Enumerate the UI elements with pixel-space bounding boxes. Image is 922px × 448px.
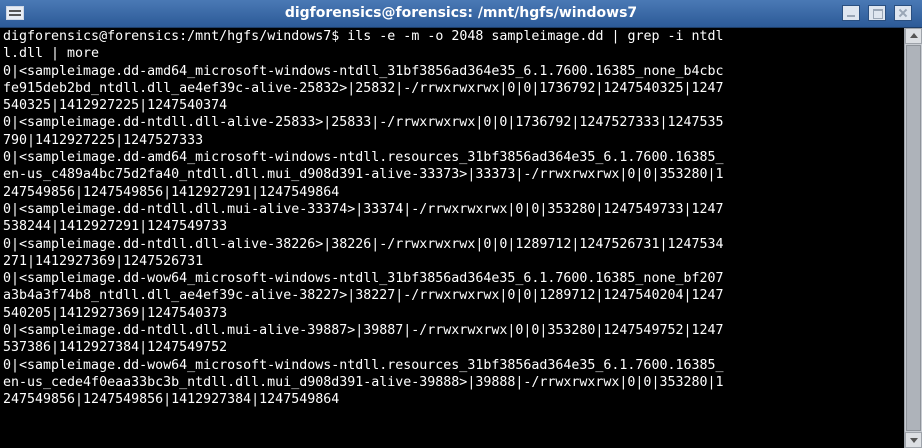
output-line: 0|<sampleimage.dd-ntdll.dll-alive-38226>…	[3, 236, 724, 252]
output-line: a3b4a3f74b8_ntdll.dll_ae4ef39c-alive-382…	[3, 288, 724, 304]
command-text: ils -e -m -o 2048 sampleimage.dd | grep …	[339, 29, 724, 44]
output-line: 540325|1412927225|1247540374	[3, 98, 228, 114]
output-line: 247549856|1247549856|1412927384|12475498…	[3, 392, 340, 408]
maximize-icon[interactable]	[868, 5, 886, 21]
minimize-icon[interactable]	[842, 5, 860, 21]
output-line: 0|<sampleimage.dd-amd64_microsoft-window…	[3, 150, 724, 166]
output-line: 0|<sampleimage.dd-ntdll.dll.mui-alive-39…	[3, 323, 724, 339]
output-line: 0|<sampleimage.dd-ntdll.dll.mui-alive-33…	[3, 201, 724, 217]
terminal-output[interactable]: digforensics@forensics:/mnt/hgfs/windows…	[3, 28, 903, 448]
prompt-path: /mnt/hgfs/windows7	[187, 29, 332, 44]
prompt-user-host: digforensics@forensics	[3, 29, 180, 44]
output-line: l.dll | more	[3, 46, 100, 62]
output-line: 790|1412927225|1247527333	[3, 132, 204, 148]
title-bar[interactable]: digforensics@forensics: /mnt/hgfs/window…	[0, 0, 922, 28]
scrollbar-thumb[interactable]	[906, 45, 921, 431]
scroll-down-arrow-icon[interactable]	[905, 432, 922, 448]
output-line: 0|<sampleimage.dd-ntdll.dll-alive-25833>…	[3, 115, 724, 131]
output-line: en-us_c489a4bc75d2fa40_ntdll.dll.mui_d90…	[3, 167, 724, 183]
prompt-separator: :	[179, 29, 188, 44]
output-line: 538244|1412927291|1247549733	[3, 219, 228, 235]
output-line: 0|<sampleimage.dd-wow64_microsoft-window…	[3, 357, 724, 373]
output-line: 247549856|1247549856|1412927291|12475498…	[3, 184, 340, 200]
prompt-line: digforensics@forensics:/mnt/hgfs/windows…	[3, 28, 903, 45]
output-line: 0|<sampleimage.dd-amd64_microsoft-window…	[3, 63, 724, 79]
output-line: 271|1412927369|1247526731	[3, 253, 204, 269]
output-line: 537386|1412927384|1247549752	[3, 340, 228, 356]
output-line: 0|<sampleimage.dd-wow64_microsoft-window…	[3, 271, 724, 287]
terminal-window: digforensics@forensics: /mnt/hgfs/window…	[0, 0, 922, 448]
scroll-up-arrow-icon[interactable]	[905, 28, 922, 44]
output-line: 540205|1412927369|1247540373	[3, 305, 228, 321]
window-title: digforensics@forensics: /mnt/hgfs/window…	[284, 5, 638, 21]
output-line: fe915deb2bd_ntdll.dll_ae4ef39c-alive-258…	[3, 80, 724, 96]
vertical-scrollbar[interactable]	[904, 28, 922, 448]
output-line: en-us_cede4f0eaa33bc3b_ntdll.dll.mui_d90…	[3, 374, 724, 390]
close-icon[interactable]	[894, 5, 912, 21]
